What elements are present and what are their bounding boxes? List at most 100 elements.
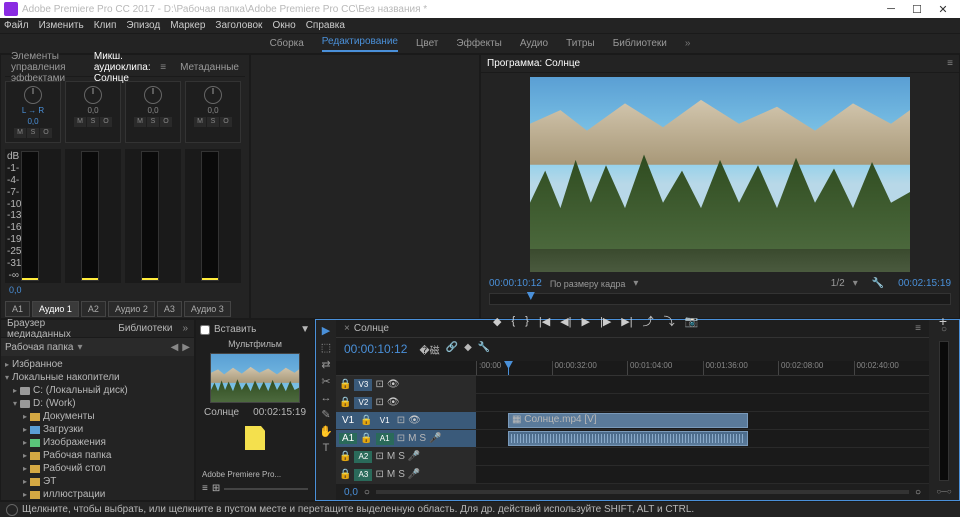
mark-out-icon[interactable]: } <box>525 315 529 327</box>
timeline-tc[interactable]: 00:00:10:12 <box>344 342 407 356</box>
tree-dt[interactable]: ▸Рабочий стол <box>3 462 192 475</box>
export-frame-icon[interactable]: 📷 <box>685 315 699 328</box>
type-tool-icon[interactable]: T <box>323 442 330 454</box>
libraries-tab[interactable]: Библиотеки <box>118 323 172 334</box>
audio-clip[interactable] <box>508 431 748 446</box>
video-clip[interactable]: ▦ Солнце.mp4 [V] <box>508 413 748 428</box>
atab-a1[interactable]: A1 <box>5 301 30 317</box>
zoom-slider[interactable] <box>224 488 308 490</box>
menu-file[interactable]: Файл <box>4 20 29 31</box>
ws-libraries[interactable]: Библиотеки <box>613 38 667 49</box>
tree-c[interactable]: ▸C: (Локальный диск) <box>3 384 192 397</box>
link-icon[interactable]: 🔗 <box>446 342 458 357</box>
minimize-button[interactable]: ─ <box>878 3 904 15</box>
filter-icon[interactable]: ▼ <box>300 324 310 335</box>
program-tc-right[interactable]: 00:02:15:19 <box>898 278 951 289</box>
menu-title[interactable]: Заголовок <box>215 20 262 31</box>
tree-img[interactable]: ▸Изображения <box>3 436 192 449</box>
solo-4[interactable]: S <box>207 117 219 127</box>
panel-menu-icon[interactable]: ≡ <box>160 62 166 73</box>
atab-audio1[interactable]: Аудио 1 <box>32 301 79 317</box>
ws-assembly[interactable]: Сборка <box>270 38 304 49</box>
program-tab[interactable]: Программа: Солнце <box>487 58 580 69</box>
tree-d[interactable]: ▾D: (Work) <box>3 397 192 410</box>
tree-local[interactable]: ▾Локальные накопители <box>3 371 192 384</box>
program-viewport[interactable] <box>530 77 910 272</box>
hand-tool-icon[interactable]: ✋ <box>319 425 333 438</box>
track-v1[interactable]: V1🔒V1⊡👁 <box>336 412 476 429</box>
pan-knob-1[interactable] <box>24 86 42 104</box>
fx-header-label[interactable]: Элементы управления эффектами <box>11 51 86 84</box>
rec-4[interactable]: O <box>220 117 232 127</box>
browser-overflow-icon[interactable]: » <box>182 323 188 334</box>
rec-1[interactable]: O <box>40 128 52 138</box>
pan-knob-4[interactable] <box>204 86 222 104</box>
goto-in-icon[interactable]: |◀ <box>539 315 550 328</box>
ripple-tool-icon[interactable]: ⇄ <box>321 358 330 371</box>
note-icon[interactable] <box>245 426 265 450</box>
program-tc-left[interactable]: 00:00:10:12 <box>489 278 542 289</box>
fx-tab-mixer[interactable]: Микш. аудиоклипа: Солнце <box>94 51 152 84</box>
insert-checkbox[interactable] <box>200 325 210 335</box>
program-scrubber[interactable] <box>489 293 951 305</box>
master-vu-meter[interactable] <box>939 341 949 481</box>
program-zoom[interactable]: 1/2 <box>831 278 845 289</box>
mark-in-icon[interactable]: { <box>511 315 515 327</box>
solo-1[interactable]: S <box>27 128 39 138</box>
maximize-button[interactable]: ☐ <box>904 3 930 16</box>
play-icon[interactable]: ▶ <box>582 315 590 328</box>
button-editor-icon[interactable]: + <box>939 313 947 329</box>
ws-overflow-icon[interactable]: » <box>685 38 691 49</box>
track-a2[interactable]: 🔒A2⊡MS🎤 <box>336 448 476 465</box>
mute-2[interactable]: M <box>74 117 86 127</box>
track-a1[interactable]: A1🔒A1⊡MS🎤 <box>336 430 476 447</box>
razor-tool-icon[interactable]: ✂ <box>321 375 330 388</box>
ws-editing[interactable]: Редактирование <box>322 36 398 52</box>
slip-tool-icon[interactable]: ↔ <box>321 392 332 404</box>
pen-tool-icon[interactable]: ✎ <box>321 408 330 421</box>
menu-edit[interactable]: Изменить <box>39 20 84 31</box>
lift-icon[interactable]: ⤴ <box>643 313 654 329</box>
vu-meter-2[interactable] <box>81 151 99 281</box>
track-v2[interactable]: 🔒V2⊡👁 <box>336 394 476 411</box>
track-v3[interactable]: 🔒V3⊡👁 <box>336 376 476 393</box>
snap-icon[interactable]: �磁 <box>419 342 439 357</box>
sequence-tab[interactable]: Солнце <box>354 323 389 334</box>
ws-audio[interactable]: Аудио <box>520 38 548 49</box>
marker-in-icon[interactable]: ◆ <box>493 315 501 328</box>
tree-favorites[interactable]: ▸Избранное <box>3 358 192 371</box>
fx-tab-metadata[interactable]: Метаданные <box>180 62 239 73</box>
mute-3[interactable]: M <box>134 117 146 127</box>
atab-a2[interactable]: A2 <box>81 301 106 317</box>
selection-tool-icon[interactable]: ▶ <box>322 324 330 337</box>
menu-clip[interactable]: Клип <box>94 20 117 31</box>
solo-2[interactable]: S <box>87 117 99 127</box>
clip-thumbnail[interactable] <box>210 353 300 403</box>
pan-knob-2[interactable] <box>84 86 102 104</box>
atab-audio3[interactable]: Аудио 3 <box>184 301 231 317</box>
tree-ill[interactable]: ▸иллюстрации <box>3 488 192 500</box>
vu-meter-3[interactable] <box>141 151 159 281</box>
tree-wf[interactable]: ▸Рабочая папка <box>3 449 192 462</box>
vu-meter-1[interactable] <box>21 151 39 281</box>
tl-scroll-right-icon[interactable]: ○ <box>915 487 921 498</box>
path-label[interactable]: Рабочая папка <box>5 342 73 353</box>
pan-knob-3[interactable] <box>144 86 162 104</box>
close-button[interactable]: ✕ <box>930 3 956 16</box>
ws-titles[interactable]: Титры <box>566 38 595 49</box>
settings-icon[interactable]: 🔧 <box>872 278 884 289</box>
nav-back-icon[interactable]: ◀ <box>171 342 179 353</box>
atab-audio2[interactable]: Аудио 2 <box>108 301 155 317</box>
program-fit[interactable]: По размеру кадра <box>550 279 626 289</box>
menu-window[interactable]: Окно <box>272 20 295 31</box>
atab-a3[interactable]: A3 <box>157 301 182 317</box>
program-menu-icon[interactable]: ≡ <box>947 58 953 69</box>
wrench-icon[interactable]: 🔧 <box>478 342 490 357</box>
list-view-icon[interactable]: ≡ <box>202 483 208 494</box>
icon-view-icon[interactable]: ⊞ <box>212 483 220 494</box>
tree-docs[interactable]: ▸Документы <box>3 410 192 423</box>
rec-2[interactable]: O <box>100 117 112 127</box>
menu-sequence[interactable]: Эпизод <box>126 20 160 31</box>
track-select-icon[interactable]: ⬚ <box>321 341 331 354</box>
rec-3[interactable]: O <box>160 117 172 127</box>
